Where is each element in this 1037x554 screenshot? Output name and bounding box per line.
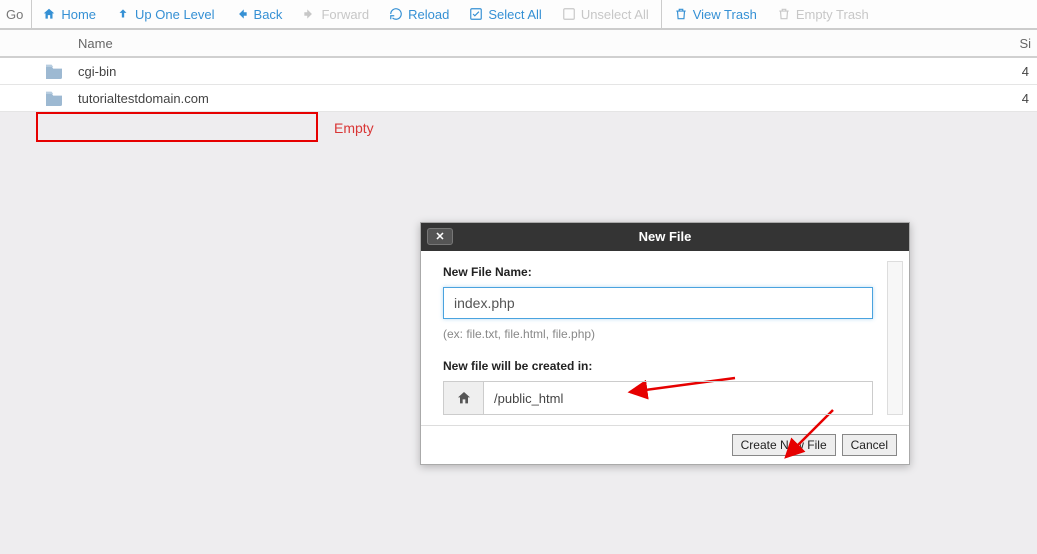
- column-header-size[interactable]: Si: [1019, 36, 1037, 51]
- view-trash-label: View Trash: [693, 7, 757, 22]
- reload-button[interactable]: Reload: [379, 0, 459, 28]
- up-one-level-button[interactable]: Up One Level: [106, 0, 225, 28]
- select-all-label: Select All: [488, 7, 541, 22]
- forward-button: Forward: [292, 0, 379, 28]
- up-arrow-icon: [116, 7, 130, 21]
- unselect-all-label: Unselect All: [581, 7, 649, 22]
- forward-arrow-icon: [302, 7, 316, 21]
- home-button[interactable]: Home: [32, 0, 106, 28]
- toolbar: Go Home Up One Level Back Forward Reload…: [0, 0, 1037, 30]
- back-button[interactable]: Back: [225, 0, 293, 28]
- toolbar-divider: [661, 0, 662, 28]
- row-name: tutorialtestdomain.com: [78, 91, 1022, 106]
- back-arrow-icon: [235, 7, 249, 21]
- dialog-footer: Create New File Cancel: [421, 425, 909, 464]
- close-icon: ✕: [435, 223, 444, 251]
- forward-label: Forward: [321, 7, 369, 22]
- home-label: Home: [61, 7, 96, 22]
- view-trash-button[interactable]: View Trash: [664, 0, 767, 28]
- table-row[interactable]: cgi-bin 4: [0, 58, 1037, 85]
- trash-icon: [777, 7, 791, 21]
- dialog-title: New File: [639, 229, 692, 244]
- table-header: Name Si: [0, 30, 1037, 58]
- dialog-body: New File Name: (ex: file.txt, file.html,…: [421, 251, 909, 425]
- annotation-highlight-box: [36, 112, 318, 142]
- filename-hint: (ex: file.txt, file.html, file.php): [443, 327, 887, 341]
- filename-input[interactable]: [443, 287, 873, 319]
- home-icon: [42, 7, 56, 21]
- row-size: 4: [1022, 64, 1037, 79]
- new-file-dialog: ✕ New File New File Name: (ex: file.txt,…: [420, 222, 910, 465]
- folder-icon: [44, 90, 64, 106]
- home-icon[interactable]: [444, 382, 484, 414]
- column-header-name[interactable]: Name: [0, 36, 1019, 51]
- row-size: 4: [1022, 91, 1037, 106]
- table-row[interactable]: tutorialtestdomain.com 4: [0, 85, 1037, 112]
- row-name: cgi-bin: [78, 64, 1022, 79]
- location-label: New file will be created in:: [443, 359, 887, 373]
- checkbox-checked-icon: [469, 7, 483, 21]
- empty-trash-button: Empty Trash: [767, 0, 879, 28]
- unselect-all-button: Unselect All: [552, 0, 659, 28]
- back-label: Back: [254, 7, 283, 22]
- empty-trash-label: Empty Trash: [796, 7, 869, 22]
- cancel-button[interactable]: Cancel: [842, 434, 897, 456]
- select-all-button[interactable]: Select All: [459, 0, 551, 28]
- location-field: /public_html: [443, 381, 873, 415]
- filename-label: New File Name:: [443, 265, 887, 279]
- checkbox-empty-icon: [562, 7, 576, 21]
- annotation-empty-label: Empty: [334, 120, 374, 136]
- location-path: /public_html: [484, 382, 872, 414]
- reload-label: Reload: [408, 7, 449, 22]
- folder-icon: [44, 63, 64, 79]
- create-new-file-button[interactable]: Create New File: [732, 434, 836, 456]
- dialog-title-bar: ✕ New File: [421, 223, 909, 251]
- dialog-close-button[interactable]: ✕: [427, 228, 453, 245]
- trash-icon: [674, 7, 688, 21]
- go-label: Go: [4, 0, 32, 28]
- reload-icon: [389, 7, 403, 21]
- up-one-level-label: Up One Level: [135, 7, 215, 22]
